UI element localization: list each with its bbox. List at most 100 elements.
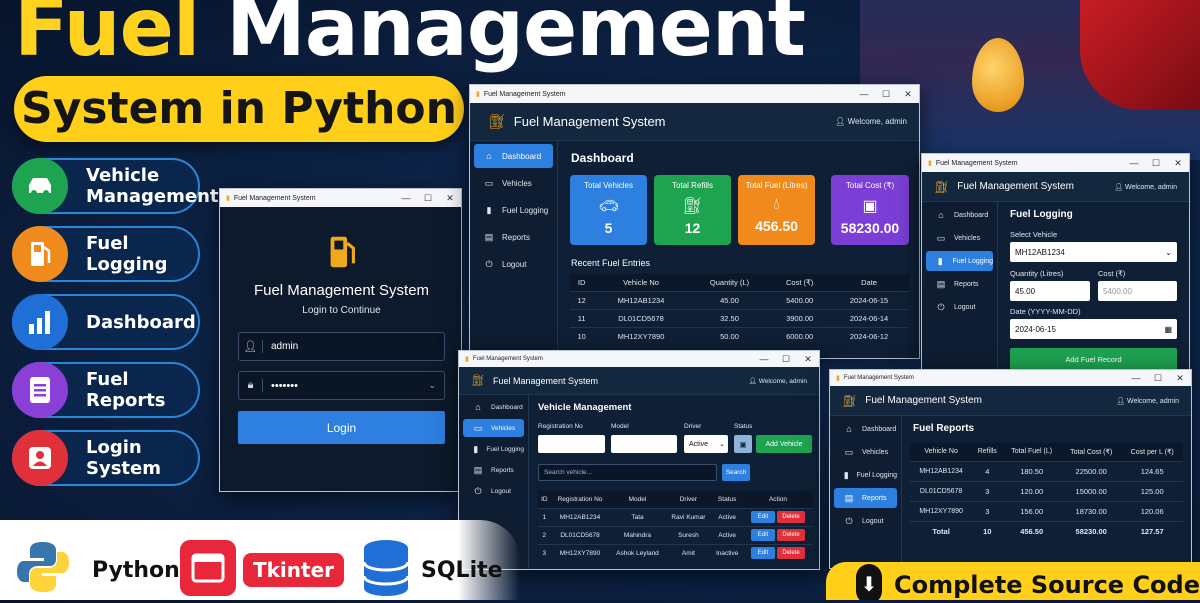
password-field[interactable]: 🔒︎ ••••••• ⌄ bbox=[238, 371, 445, 400]
sidebar-item-dashboard[interactable]: ⌂ Dashboard bbox=[834, 419, 897, 439]
sidebar-item-logout[interactable]: ⏻ Logout bbox=[463, 482, 524, 500]
close-button[interactable]: ✕ bbox=[1167, 158, 1189, 169]
app-logo-icon: ▮ bbox=[928, 160, 932, 167]
page-title: Fuel Reports bbox=[913, 423, 975, 434]
status-select[interactable]: Active ⌄ bbox=[684, 435, 728, 453]
sidebar-item-vehicles[interactable]: ▭ Vehicles bbox=[926, 228, 993, 248]
chevron-down-icon[interactable]: ⌄ bbox=[428, 380, 436, 391]
registration-field[interactable] bbox=[538, 435, 605, 453]
minimize-button[interactable]: — bbox=[1123, 158, 1145, 168]
sidebar-item-vehicles[interactable]: ▭ Vehicles bbox=[834, 442, 897, 462]
close-button[interactable]: ✕ bbox=[897, 89, 919, 100]
page-title: Vehicle Management bbox=[538, 402, 632, 413]
table-row[interactable]: 12 MH12AB1234 45.00 5400.00 2024-06-15 bbox=[570, 290, 909, 309]
chevron-down-icon: ⌄ bbox=[719, 441, 725, 448]
add-vehicle-button[interactable]: Add Vehicle bbox=[756, 435, 812, 453]
document-icon: ▤ bbox=[473, 464, 483, 475]
date-field[interactable]: 2024-06-15 ▦ bbox=[1010, 319, 1177, 339]
model-field[interactable] bbox=[611, 435, 677, 453]
sidebar: ⌂ Dashboard ▭ Vehicles ▮ Fuel Logging ▤ Repo… bbox=[922, 202, 998, 374]
sidebar-item-fuel-logging[interactable]: ▮ Fuel Logging bbox=[926, 251, 993, 271]
fuel-pump-icon: ▮ bbox=[843, 469, 849, 480]
minimize-button[interactable]: — bbox=[853, 89, 875, 99]
table-row[interactable]: MH12AB1234 4 180.50 22500.00 124.65 bbox=[910, 460, 1183, 481]
table-row[interactable]: 3 MH12XY7890 Ashok Leyland Amit Inactive Edit… bbox=[538, 543, 813, 562]
sidebar-item-logout[interactable]: ⏻ Logout bbox=[834, 511, 897, 531]
minimize-button[interactable]: — bbox=[753, 354, 775, 364]
python-label: Python bbox=[92, 558, 180, 583]
dashboard-titlebar: ▮ Fuel Management System — ☐ ✕ bbox=[470, 85, 919, 103]
drop-icon: 💧︎ bbox=[773, 196, 780, 213]
table-row[interactable]: 11 DL01CD5678 32.50 3900.00 2024-06-14 bbox=[570, 308, 909, 327]
delete-button[interactable]: Delete bbox=[777, 511, 806, 523]
close-button[interactable]: ✕ bbox=[797, 354, 819, 365]
maximize-button[interactable]: ☐ bbox=[1145, 158, 1167, 169]
sidebar-item-vehicles[interactable]: ▭ Vehicles bbox=[463, 419, 524, 437]
sidebar-item-reports[interactable]: ▤ Reports bbox=[834, 488, 897, 508]
sidebar-item-logout[interactable]: ⏻ Logout bbox=[474, 252, 553, 276]
select-vehicle-label: Select Vehicle bbox=[1010, 230, 1058, 239]
close-button[interactable]: ✕ bbox=[1169, 373, 1191, 384]
sidebar-item-fuel-logging[interactable]: ▮ Fuel Logging bbox=[474, 198, 553, 222]
table-header: Vehicle No Refills Total Fuel (L) Total Cos… bbox=[910, 443, 1183, 461]
document-icon bbox=[12, 362, 68, 418]
table-total-row: Total 10 456.50 58230.00 127.57 bbox=[910, 520, 1183, 541]
clear-button[interactable]: ▣ bbox=[734, 435, 752, 453]
sidebar-item-vehicles[interactable]: ▭ Vehicles bbox=[474, 171, 553, 195]
search-input[interactable]: Search vehicle... bbox=[538, 464, 717, 481]
vehicle-select[interactable]: MH12AB1234 ⌄ bbox=[1010, 242, 1177, 262]
maximize-button[interactable]: ☐ bbox=[1147, 373, 1169, 384]
cost-label: Cost (₹) bbox=[1098, 269, 1126, 278]
recent-entries-title: Recent Fuel Entries bbox=[571, 258, 651, 268]
username-field[interactable]: 👤︎ admin bbox=[238, 332, 445, 361]
fuel-pump-icon: ▮ bbox=[473, 443, 479, 454]
sidebar-item-reports[interactable]: ▤ Reports bbox=[463, 461, 524, 479]
delete-button[interactable]: Delete bbox=[777, 547, 806, 560]
close-button[interactable]: ✕ bbox=[439, 193, 461, 204]
reports-titlebar: ▮ Fuel Management System — ☐ ✕ bbox=[830, 370, 1191, 386]
sidebar-item-reports[interactable]: ▤ Reports bbox=[474, 225, 553, 249]
fuel-pump-icon: ⛽︎ bbox=[682, 198, 703, 215]
edit-button[interactable]: Edit bbox=[750, 511, 775, 523]
sidebar-item-fuel-logging[interactable]: ▮ Fuel Logging bbox=[834, 465, 897, 485]
edit-button[interactable]: Edit bbox=[750, 529, 775, 541]
calendar-icon: ▦ bbox=[1164, 324, 1172, 334]
login-button[interactable]: Login bbox=[238, 411, 445, 444]
sidebar-item-dashboard[interactable]: ⌂ Dashboard bbox=[463, 398, 524, 416]
fuel-pump-icon: ▮ bbox=[486, 204, 492, 215]
minimize-button[interactable]: — bbox=[395, 193, 417, 203]
app-header: ⛽︎ Fuel Management System 👤︎ Welcome, admi… bbox=[459, 367, 819, 395]
car-icon: ▭ bbox=[484, 177, 494, 188]
app-logo-icon: ▮ bbox=[476, 91, 480, 98]
cost-field[interactable]: 5400.00 bbox=[1098, 281, 1177, 301]
vehicle-titlebar: ▮ Fuel Management System — ☐ ✕ bbox=[459, 351, 819, 367]
maximize-button[interactable]: ☐ bbox=[775, 354, 797, 365]
tkinter-label: Tkinter bbox=[243, 553, 344, 587]
table-row[interactable]: MH12XY7890 3 156.00 18730.00 120.06 bbox=[910, 500, 1183, 521]
table-row[interactable]: DL01CD5678 3 120.00 15000.00 125.00 bbox=[910, 480, 1183, 501]
sqlite-database-icon bbox=[360, 538, 412, 598]
edit-button[interactable]: Edit bbox=[750, 547, 775, 560]
welcome-label: 👤︎ Welcome, admin bbox=[748, 377, 807, 385]
sidebar-item-dashboard[interactable]: ⌂ Dashboard bbox=[926, 205, 993, 225]
quantity-field[interactable]: 45.00 bbox=[1010, 281, 1090, 301]
maximize-button[interactable]: ☐ bbox=[875, 89, 897, 100]
minimize-button[interactable]: — bbox=[1125, 373, 1147, 383]
add-fuel-record-button[interactable]: Add Fuel Record bbox=[1010, 348, 1177, 370]
feature-fuel-logging: Fuel Logging bbox=[12, 226, 200, 282]
table-row[interactable]: 2 DL01CD5678 Mahindra Suresh Active Edit Dele… bbox=[538, 525, 813, 544]
fuel-pump-icon: ⛽︎ bbox=[934, 179, 950, 194]
sidebar-item-fuel-logging[interactable]: ▮ Fuel Logging bbox=[463, 440, 524, 458]
table-row[interactable]: 1 MH12AB1234 Tata Ravi Kumar Active Edit Dele… bbox=[538, 507, 813, 526]
search-button[interactable]: Search bbox=[722, 464, 750, 481]
registration-label: Registration No bbox=[538, 423, 583, 430]
sidebar-item-reports[interactable]: ▤ Reports bbox=[926, 274, 993, 294]
app-header: ⛽︎ Fuel Management System 👤︎ Welcome, admi… bbox=[470, 103, 919, 141]
feature-login-system: Login System bbox=[12, 430, 200, 486]
source-code-banner[interactable]: ⬇ Complete Source Code bbox=[826, 562, 1200, 600]
sidebar-item-dashboard[interactable]: ⌂ Dashboard bbox=[474, 144, 553, 168]
table-row[interactable]: 10 MH12XY7890 50.00 6000.00 2024-06-12 bbox=[570, 326, 909, 345]
delete-button[interactable]: Delete bbox=[777, 529, 806, 541]
sidebar-item-logout[interactable]: ⏻ Logout bbox=[926, 297, 993, 317]
maximize-button[interactable]: ☐ bbox=[417, 193, 439, 204]
